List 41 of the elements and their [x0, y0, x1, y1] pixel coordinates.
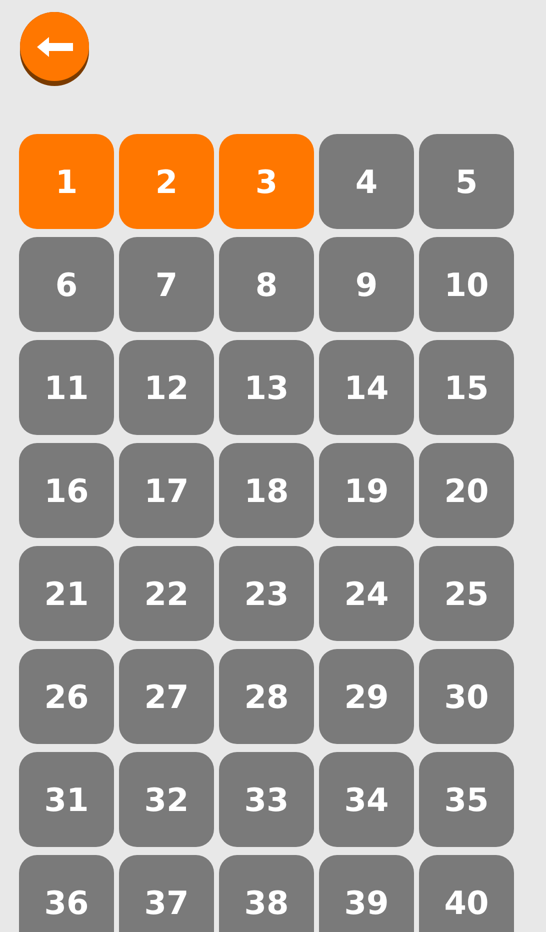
level-button[interactable]: 25: [419, 546, 514, 641]
level-button[interactable]: 28: [219, 649, 314, 744]
level-button[interactable]: 17: [119, 443, 214, 538]
level-button[interactable]: 22: [119, 546, 214, 641]
level-button[interactable]: 4: [319, 134, 414, 229]
level-button[interactable]: 32: [119, 752, 214, 847]
level-button[interactable]: 19: [319, 443, 414, 538]
level-button[interactable]: 20: [419, 443, 514, 538]
level-button[interactable]: 15: [419, 340, 514, 435]
level-button[interactable]: 14: [319, 340, 414, 435]
level-button[interactable]: 9: [319, 237, 414, 332]
level-button[interactable]: 36: [19, 855, 114, 932]
level-button[interactable]: 29: [319, 649, 414, 744]
level-button[interactable]: 40: [419, 855, 514, 932]
level-button[interactable]: 34: [319, 752, 414, 847]
level-button[interactable]: 27: [119, 649, 214, 744]
level-button[interactable]: 7: [119, 237, 214, 332]
level-button[interactable]: 2: [119, 134, 214, 229]
level-button[interactable]: 35: [419, 752, 514, 847]
level-button[interactable]: 1: [19, 134, 114, 229]
back-arrow-icon: [34, 34, 74, 58]
level-button[interactable]: 3: [219, 134, 314, 229]
level-button[interactable]: 21: [19, 546, 114, 641]
level-button[interactable]: 6: [19, 237, 114, 332]
level-button[interactable]: 10: [419, 237, 514, 332]
level-button[interactable]: 37: [119, 855, 214, 932]
level-button[interactable]: 8: [219, 237, 314, 332]
level-button[interactable]: 30: [419, 649, 514, 744]
level-button[interactable]: 31: [19, 752, 114, 847]
level-button[interactable]: 23: [219, 546, 314, 641]
level-button[interactable]: 26: [19, 649, 114, 744]
level-button[interactable]: 13: [219, 340, 314, 435]
level-button[interactable]: 11: [19, 340, 114, 435]
level-button[interactable]: 24: [319, 546, 414, 641]
level-button[interactable]: 12: [119, 340, 214, 435]
level-button[interactable]: 5: [419, 134, 514, 229]
level-button[interactable]: 33: [219, 752, 314, 847]
level-button[interactable]: 16: [19, 443, 114, 538]
level-button[interactable]: 39: [319, 855, 414, 932]
level-button[interactable]: 18: [219, 443, 314, 538]
level-button[interactable]: 38: [219, 855, 314, 932]
